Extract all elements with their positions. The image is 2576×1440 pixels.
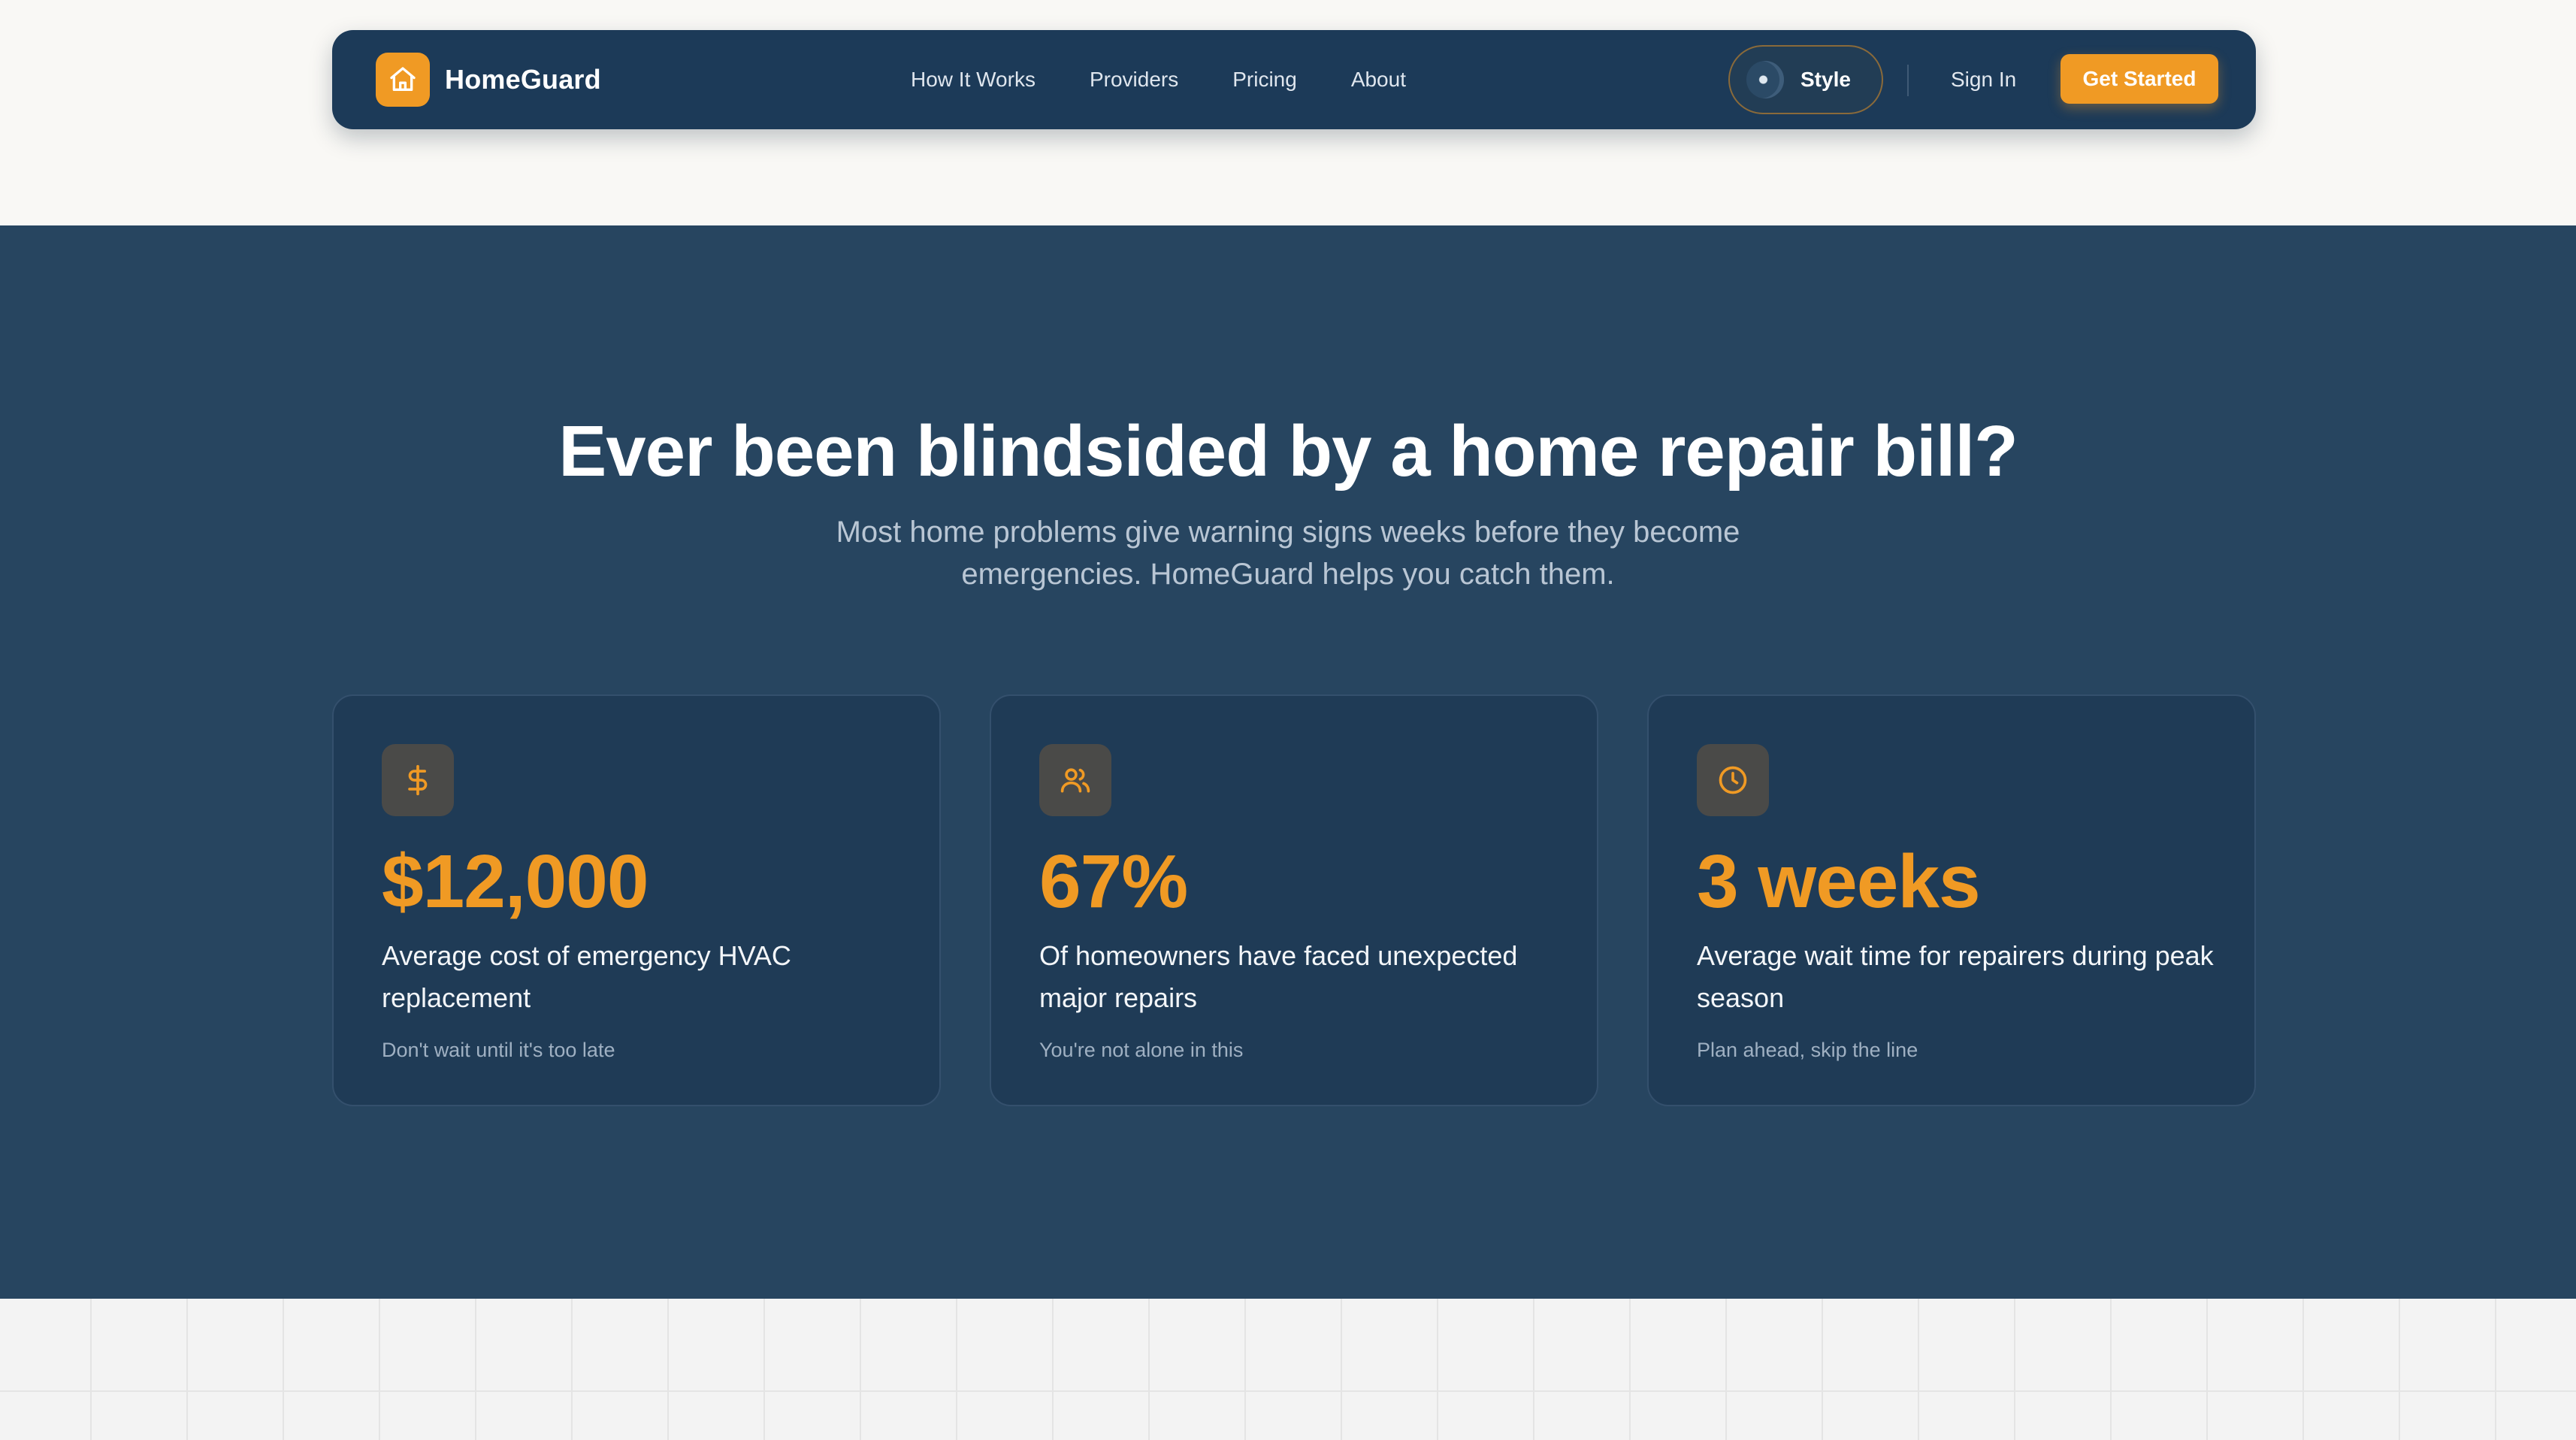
- stat-card-homeowners: 67% Of homeowners have faced unexpected …: [990, 694, 1598, 1106]
- stat-card-cost: $12,000 Average cost of emergency HVAC r…: [332, 694, 941, 1106]
- stat-note: Don't wait until it's too late: [382, 1039, 615, 1061]
- home-icon: [376, 53, 430, 107]
- stat-note: You're not alone in this: [1039, 1039, 1244, 1061]
- dollar-icon: [382, 744, 454, 816]
- stat-value: $12,000: [382, 839, 649, 924]
- style-label: Style: [1800, 68, 1851, 91]
- navbar: HomeGuard How It Works Providers Pricing…: [332, 30, 2256, 129]
- hero-section: Ever been blindsided by a home repair bi…: [0, 225, 2576, 1299]
- style-toggle-button[interactable]: Style: [1728, 45, 1883, 114]
- stat-card-wait-time: 3 weeks Average wait time for repairers …: [1647, 694, 2256, 1106]
- stat-description: Average wait time for repairers during p…: [1697, 940, 2214, 1013]
- sign-in-link[interactable]: Sign In: [1951, 30, 2016, 129]
- stat-description: Of homeowners have faced unexpected majo…: [1039, 940, 1518, 1013]
- brand-name: HomeGuard: [445, 64, 601, 95]
- nav-link-about[interactable]: About: [1351, 68, 1406, 92]
- clock-icon: [1697, 744, 1769, 816]
- nav-link-how-it-works[interactable]: How It Works: [911, 68, 1036, 92]
- get-started-button[interactable]: Get Started: [2060, 54, 2218, 104]
- nav-links: How It Works Providers Pricing About: [911, 30, 1406, 129]
- users-icon: [1039, 744, 1111, 816]
- theme-dot-icon: [1746, 61, 1784, 98]
- stat-value: 67%: [1039, 839, 1188, 924]
- stat-value: 3 weeks: [1697, 839, 1981, 924]
- nav-link-pricing[interactable]: Pricing: [1232, 68, 1297, 92]
- stat-description: Average cost of emergency HVAC replaceme…: [382, 940, 791, 1013]
- grid-background: [0, 1299, 2576, 1440]
- nav-divider: [1907, 65, 1909, 96]
- brand[interactable]: HomeGuard: [376, 53, 601, 107]
- hero-subtitle: Most home problems give warning signs we…: [836, 516, 1740, 591]
- stat-note: Plan ahead, skip the line: [1697, 1039, 1918, 1061]
- hero-title: Ever been blindsided by a home repair bi…: [558, 411, 2018, 492]
- nav-link-providers[interactable]: Providers: [1090, 68, 1178, 92]
